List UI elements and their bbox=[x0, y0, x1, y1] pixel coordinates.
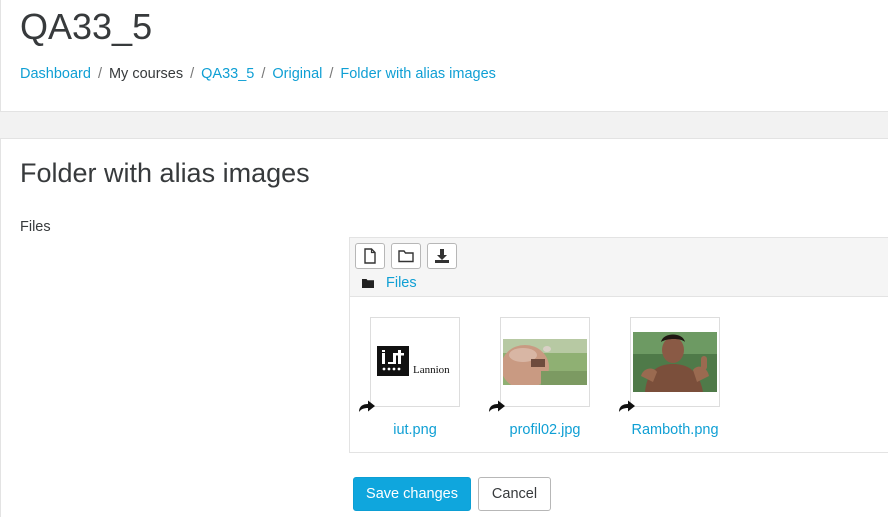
breadcrumb-section[interactable]: Original bbox=[272, 66, 322, 82]
download-icon bbox=[435, 249, 449, 263]
file-manager-toolbar: Files bbox=[350, 238, 888, 297]
breadcrumb-dashboard[interactable]: Dashboard bbox=[20, 66, 91, 82]
save-changes-button[interactable]: Save changes bbox=[353, 477, 471, 511]
folder-icon bbox=[362, 279, 374, 288]
create-folder-button[interactable] bbox=[391, 243, 421, 269]
folder-create-icon bbox=[398, 250, 414, 263]
alias-arrow-icon bbox=[619, 400, 635, 412]
breadcrumb-separator: / bbox=[261, 66, 266, 82]
iut-logo-image: Lannion bbox=[377, 346, 450, 376]
download-all-button[interactable] bbox=[427, 243, 457, 269]
path-files-link[interactable]: Files bbox=[386, 275, 417, 291]
file-add-icon bbox=[364, 248, 376, 264]
thumb-lannion-text: Lannion bbox=[413, 364, 450, 376]
file-name[interactable]: iut.png bbox=[350, 422, 480, 438]
breadcrumb-course[interactable]: QA33_5 bbox=[201, 66, 254, 82]
file-thumbnail[interactable] bbox=[630, 317, 720, 407]
cancel-button[interactable]: Cancel bbox=[478, 477, 551, 511]
breadcrumb-folder[interactable]: Folder with alias images bbox=[340, 66, 496, 82]
main-card: Folder with alias images Files Files Lan… bbox=[0, 138, 888, 517]
breadcrumb: Dashboard / My courses / QA33_5 / Original / Fol… bbox=[20, 66, 496, 82]
breadcrumb-separator: / bbox=[329, 66, 334, 82]
breadcrumb-my-courses: My courses bbox=[108, 66, 184, 82]
page-title: QA33_5 bbox=[20, 6, 153, 47]
ramboth-photo-image bbox=[633, 332, 717, 392]
alias-arrow-icon bbox=[489, 400, 505, 412]
page-header: QA33_5 Dashboard / My courses / QA33_5 / Origi… bbox=[0, 0, 888, 112]
breadcrumb-separator: / bbox=[97, 66, 102, 82]
file-item-iut[interactable]: Lannion iut.png bbox=[350, 317, 460, 457]
file-item-ramboth[interactable]: Ramboth.png bbox=[610, 317, 720, 457]
file-item-profil02[interactable]: profil02.jpg bbox=[480, 317, 590, 457]
alias-arrow-icon bbox=[359, 400, 375, 412]
file-thumbnail[interactable] bbox=[500, 317, 590, 407]
add-file-button[interactable] bbox=[355, 243, 385, 269]
file-name[interactable]: profil02.jpg bbox=[480, 422, 610, 438]
file-manager-path: Files bbox=[362, 275, 417, 291]
section-title: Folder with alias images bbox=[20, 158, 310, 188]
file-name[interactable]: Ramboth.png bbox=[610, 422, 740, 438]
file-manager: Files Lannion iut.png profil02.jpg Rambo… bbox=[349, 237, 888, 453]
breadcrumb-separator: / bbox=[190, 66, 195, 82]
files-field-label: Files bbox=[20, 219, 51, 235]
profile-photo-image bbox=[503, 339, 587, 385]
file-thumbnail[interactable]: Lannion bbox=[370, 317, 460, 407]
